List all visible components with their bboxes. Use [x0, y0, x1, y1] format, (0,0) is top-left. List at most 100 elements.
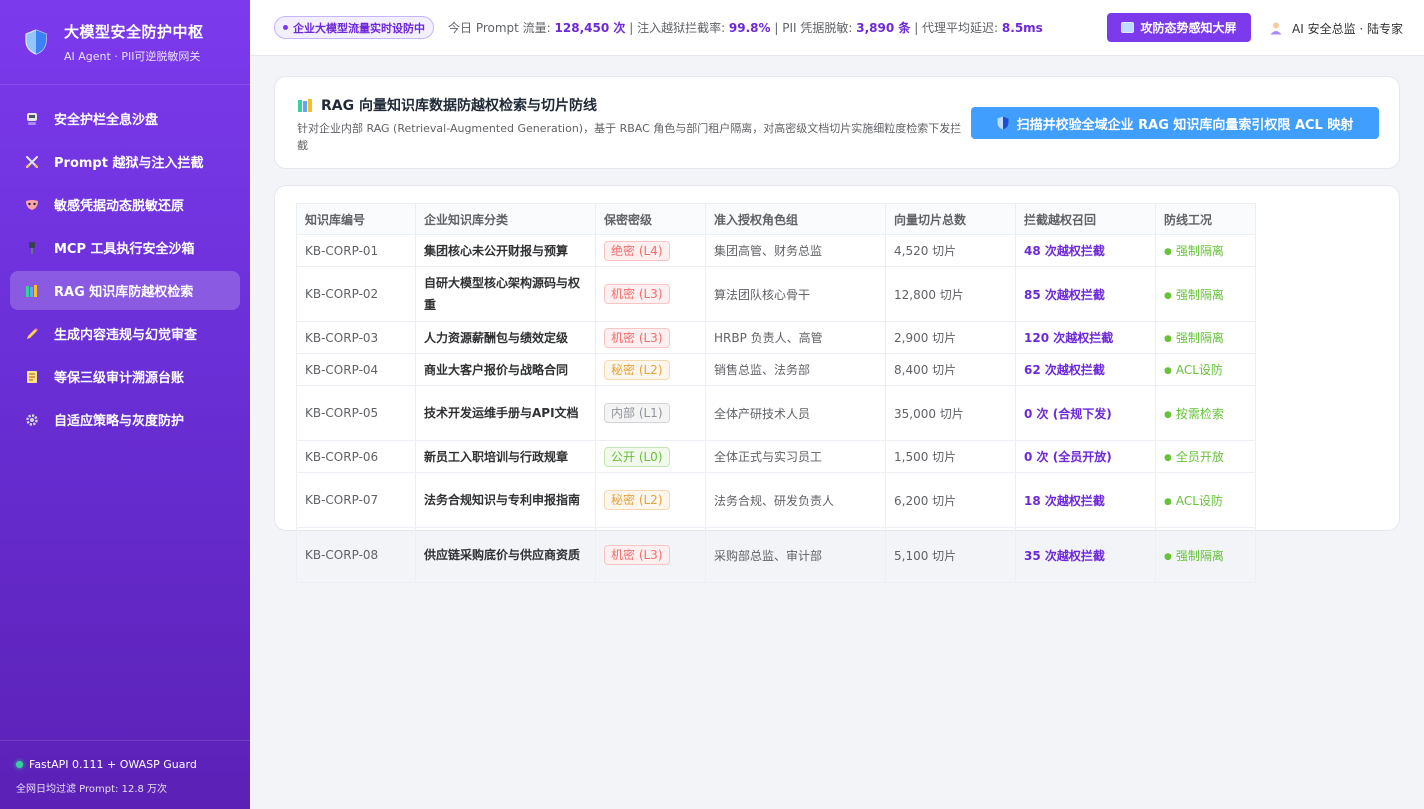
authorized-roles: 全体正式与实习员工 [705, 440, 886, 473]
sidebar-nav: 安全护栏全息沙盘 Prompt 越狱与注入拦截 敏感凭据动态脱敏还原 MCP 工… [0, 85, 250, 439]
latency-value: 8.5ms [1001, 21, 1043, 35]
security-level-tag: 公开 (L0) [604, 446, 670, 467]
table-row[interactable]: KB-CORP-02 自研大模型核心架构源码与权重 机密 (L3) 算法团队核心骨干 1… [296, 266, 1256, 322]
monitor-icon [1121, 22, 1135, 33]
intercept-count: 0 次 (合规下发) [1015, 385, 1156, 441]
sidebar-item-label: 敏感凭据动态脱敏还原 [54, 199, 185, 214]
sidebar-item-rag[interactable]: RAG 知识库防越权检索 [10, 271, 240, 310]
authorized-roles: HRBP 负责人、高管 [705, 321, 886, 354]
traffic-stats: 今日 Prompt 流量: 128,450 次 | 注入越狱拦截率: 99.8%… [448, 21, 1043, 35]
chunk-count: 4,520 切片 [885, 234, 1016, 267]
defense-status: 强制隔离 [1164, 288, 1224, 302]
prompt-traffic-value: 128,450 次 [554, 21, 626, 35]
sidebar-item-jailbreak[interactable]: Prompt 越狱与注入拦截 [10, 142, 240, 181]
table-row[interactable]: KB-CORP-08 供应链采购底价与供应商资质 机密 (L3) 采购部总监、审计部 5… [296, 527, 1256, 583]
kb-id: KB-CORP-07 [296, 472, 416, 528]
defense-status: 强制隔离 [1164, 244, 1224, 258]
table-row[interactable]: KB-CORP-01 集团核心未公开财报与预算 绝密 (L4) 集团高管、财务总监 4,… [296, 234, 1256, 267]
intercept-count: 48 次越权拦截 [1015, 234, 1156, 267]
defense-status: ACL设防 [1164, 494, 1223, 508]
user-avatar-icon [1270, 22, 1282, 35]
situation-screen-button[interactable]: 攻防态势感知大屏 [1107, 13, 1251, 42]
block-rate-value: 99.8% [728, 21, 771, 35]
sidebar-item-label: 等保三级审计溯源台账 [54, 371, 185, 386]
security-level-tag: 秘密 (L2) [604, 359, 670, 380]
sidebar-item-label: RAG 知识库防越权检索 [54, 285, 194, 300]
sidebar-item-sandbox[interactable]: 安全护栏全息沙盘 [10, 99, 240, 138]
col-roles: 准入授权角色组 [705, 203, 886, 235]
security-level-tag: 秘密 (L2) [604, 490, 670, 510]
kb-category: 自研大模型核心架构源码与权重 [415, 266, 596, 322]
brand-title: 大模型安全防护中枢 [64, 22, 204, 41]
security-level-tag: 机密 (L3) [604, 284, 670, 304]
backend-status: FastAPI 0.111 + OWASP Guard [29, 758, 197, 771]
user-profile[interactable]: AI 安全总监 · 陆专家 [1269, 0, 1403, 56]
table-row[interactable]: KB-CORP-07 法务合规知识与专利申报指南 秘密 (L2) 法务合规、研发负责人… [296, 472, 1256, 528]
intercept-count: 18 次越权拦截 [1015, 472, 1156, 528]
crossed-swords-icon [24, 154, 40, 170]
security-level-tag: 内部 (L1) [604, 403, 670, 423]
defense-status: 按需检索 [1164, 407, 1224, 421]
books-icon [24, 283, 40, 299]
sidebar-item-masking[interactable]: 敏感凭据动态脱敏还原 [10, 185, 240, 224]
intercept-count: 35 次越权拦截 [1015, 527, 1156, 583]
intercept-count: 62 次越权拦截 [1015, 353, 1156, 386]
kb-category: 新员工入职培训与行政规章 [415, 440, 596, 473]
security-level-tag: 机密 (L3) [604, 327, 670, 348]
col-chunks: 向量切片总数 [885, 203, 1016, 235]
authorized-roles: 全体产研技术人员 [705, 385, 886, 441]
pencil-icon [24, 326, 40, 342]
kb-id: KB-CORP-03 [296, 321, 416, 354]
authorized-roles: 法务合规、研发负责人 [705, 472, 886, 528]
chunk-count: 6,200 切片 [885, 472, 1016, 528]
sidebar-item-label: MCP 工具执行安全沙箱 [54, 242, 195, 257]
kb-category: 技术开发运维手册与API文档 [415, 385, 596, 441]
kb-id: KB-CORP-05 [296, 385, 416, 441]
sidebar-item-mcp[interactable]: MCP 工具执行安全沙箱 [10, 228, 240, 267]
table-row[interactable]: KB-CORP-06 新员工入职培训与行政规章 公开 (L0) 全体正式与实习员工 1,… [296, 440, 1256, 473]
chunk-count: 35,000 切片 [885, 385, 1016, 441]
table-row[interactable]: KB-CORP-05 技术开发运维手册与API文档 内部 (L1) 全体产研技术人员 3… [296, 385, 1256, 441]
pii-masked-value: 3,890 条 [856, 21, 911, 35]
sidebar: 大模型安全防护中枢 AI Agent · PII可逆脱敏网关 安全护栏全息沙盘 … [0, 0, 250, 809]
sidebar-item-label: 生成内容违规与幻觉审查 [54, 328, 198, 343]
table-body: KB-CORP-01 集团核心未公开财报与预算 绝密 (L4) 集团高管、财务总监 4,… [296, 234, 1256, 583]
kb-category: 人力资源薪酬包与绩效定级 [415, 321, 596, 354]
authorized-roles: 算法团队核心骨干 [705, 266, 886, 322]
kb-id: KB-CORP-02 [296, 266, 416, 322]
col-status: 防线工况 [1155, 203, 1256, 235]
defense-status: 强制隔离 [1164, 331, 1224, 345]
table-row[interactable]: KB-CORP-04 商业大客户报价与战略合同 秘密 (L2) 销售总监、法务部 8,4… [296, 353, 1256, 386]
security-level-tag: 机密 (L3) [604, 545, 670, 565]
sidebar-item-policy[interactable]: 自适应策略与灰度防护 [10, 400, 240, 439]
daily-filter-count: 全网日均过滤 Prompt: 12.8 万次 [16, 784, 168, 795]
kb-category: 集团核心未公开财报与预算 [415, 234, 596, 267]
panel-description: 针对企业内部 RAG (Retrieval-Augmented Generati… [297, 122, 962, 152]
kb-table-card: 知识库编号 企业知识库分类 保密密级 准入授权角色组 向量切片总数 拦截越权召回… [274, 185, 1400, 583]
online-status-dot [16, 761, 23, 768]
kb-acl-table: 知识库编号 企业知识库分类 保密密级 准入授权角色组 向量切片总数 拦截越权召回… [296, 203, 1256, 583]
brand-subtitle: AI Agent · PII可逆脱敏网关 [64, 49, 201, 63]
gear-icon [24, 412, 40, 428]
live-dot [283, 25, 288, 30]
kb-id: KB-CORP-08 [296, 527, 416, 583]
plug-icon [24, 240, 40, 256]
scroll-icon [24, 369, 40, 385]
sidebar-footer: FastAPI 0.111 + OWASP Guard 全网日均过滤 Promp… [0, 740, 250, 809]
live-defense-badge: 企业大模型流量实时设防中 [274, 16, 434, 39]
sidebar-item-content-review[interactable]: 生成内容违规与幻觉审查 [10, 314, 240, 353]
kb-id: KB-CORP-06 [296, 440, 416, 473]
shield-logo-icon [25, 29, 47, 55]
col-intercept: 拦截越权召回 [1015, 203, 1156, 235]
sandbox-icon [24, 111, 40, 127]
authorized-roles: 销售总监、法务部 [705, 353, 886, 386]
table-row[interactable]: KB-CORP-03 人力资源薪酬包与绩效定级 机密 (L3) HRBP 负责人、高管… [296, 321, 1256, 354]
scan-acl-button[interactable]: 扫描并校验全域企业 RAG 知识库向量索引权限 ACL 映射 [971, 107, 1379, 139]
sidebar-item-label: Prompt 越狱与注入拦截 [54, 156, 204, 171]
top-header: 企业大模型流量实时设防中 今日 Prompt 流量: 128,450 次 | 注… [250, 0, 1424, 56]
brand: 大模型安全防护中枢 AI Agent · PII可逆脱敏网关 [0, 0, 250, 85]
sidebar-item-audit[interactable]: 等保三级审计溯源台账 [10, 357, 240, 396]
chunk-count: 1,500 切片 [885, 440, 1016, 473]
col-category: 企业知识库分类 [415, 203, 596, 235]
books-icon [298, 99, 312, 112]
